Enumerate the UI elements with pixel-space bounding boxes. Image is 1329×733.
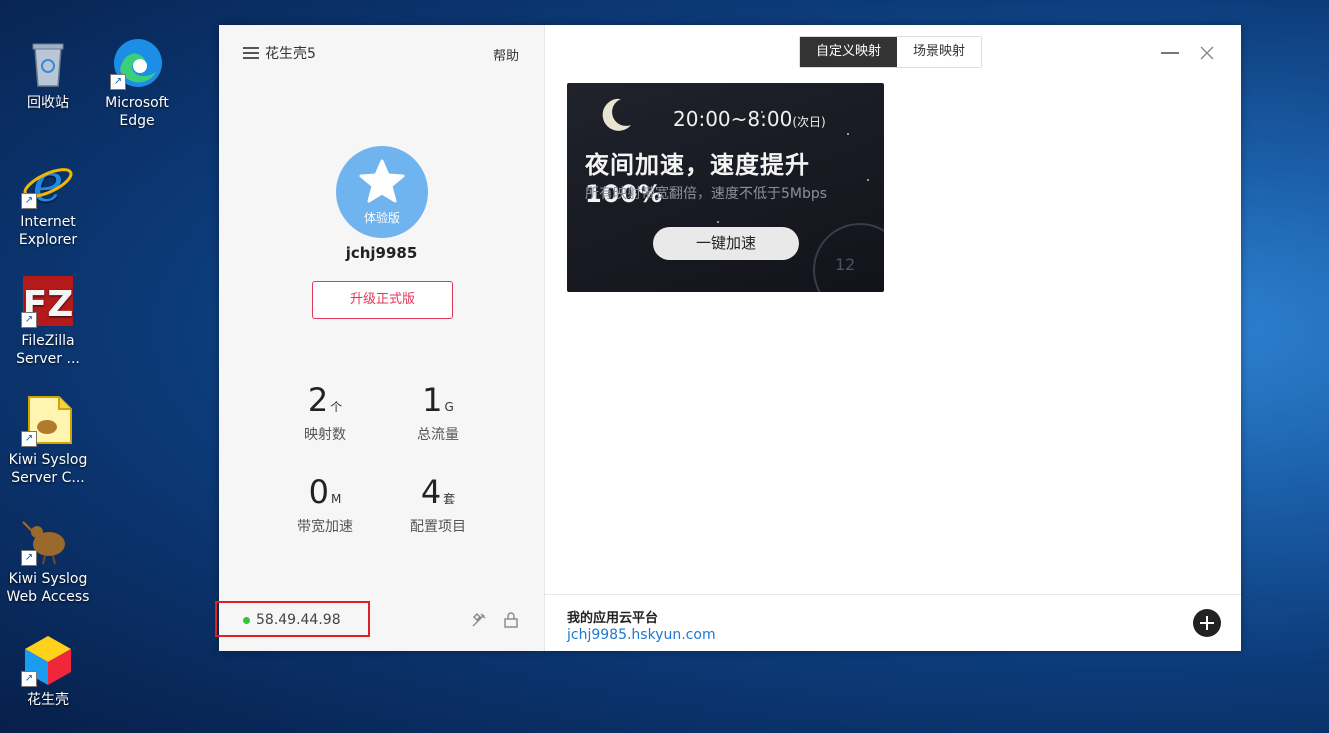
stat-value: 1 xyxy=(422,381,443,419)
kiwi-syslog-server-icon: ↗ xyxy=(21,393,75,447)
filezilla-server-icon: FZ ↗ xyxy=(21,274,75,328)
desktop-icon-label: Internet Explorer xyxy=(18,214,78,248)
stat-value: 2 xyxy=(307,381,329,419)
desktop-icon-oray[interactable]: ↗ 花生壳 xyxy=(3,633,93,709)
desktop-icon-edge[interactable]: ↗ Microsoft Edge xyxy=(92,36,182,130)
stat-unit: 套 xyxy=(443,492,456,506)
star-icon xyxy=(359,159,405,203)
stat-mapping-count: 2个 映射数 xyxy=(270,382,380,444)
app-menu[interactable]: 花生壳5 xyxy=(243,43,316,63)
upgrade-button[interactable]: 升级正式版 xyxy=(312,281,453,319)
online-status-dot-icon xyxy=(243,616,250,624)
cloud-platform-title: 我的应用云平台 xyxy=(567,611,659,626)
clock-decor-icon: 12 xyxy=(813,223,884,292)
oray-peanut-shell-icon: ↗ xyxy=(21,633,75,687)
stat-unit: M xyxy=(331,492,342,506)
shortcut-arrow-icon: ↗ xyxy=(21,671,37,687)
shortcut-arrow-icon: ↗ xyxy=(110,74,126,90)
edge-icon: ↗ xyxy=(110,36,164,90)
plus-icon xyxy=(1200,616,1214,630)
desktop-icon-label: Kiwi Syslog Web Access xyxy=(6,571,90,605)
sidebar-footer: 58.49.44.98 xyxy=(215,599,544,651)
sparkle-decor xyxy=(847,133,849,135)
stat-label: 总流量 xyxy=(417,427,459,443)
desktop-icon-internet-explorer[interactable]: e ↗ Internet Explorer xyxy=(3,154,93,249)
cloud-platform-link[interactable]: jchj9985.hskyun.com xyxy=(567,627,716,643)
desktop-icon-label: Kiwi Syslog Server C... xyxy=(8,452,88,486)
lock-icon[interactable] xyxy=(502,611,520,629)
desktop-icon-label: FileZilla Server ... xyxy=(16,333,80,367)
stat-value: 4 xyxy=(420,473,442,511)
shortcut-arrow-icon: ↗ xyxy=(21,312,37,328)
username: jchj9985 xyxy=(345,244,418,262)
banner-time: 20:00~8:00(次日) xyxy=(673,107,826,131)
add-button[interactable] xyxy=(1193,609,1221,637)
clock-number: 12 xyxy=(835,255,856,274)
avatar[interactable]: 体验版 xyxy=(336,146,428,238)
stat-label: 配置项目 xyxy=(410,519,466,535)
minimize-button[interactable] xyxy=(1161,52,1179,54)
stat-bandwidth-boost: 0M 带宽加速 xyxy=(270,474,380,536)
desktop-icon-label: 花生壳 xyxy=(27,692,69,708)
desktop-icon-recycle-bin[interactable]: 回收站 xyxy=(3,36,93,112)
stat-unit: G xyxy=(444,400,454,414)
stat-label: 带宽加速 xyxy=(297,519,353,535)
sidebar: 花生壳5 帮助 体验版 jchj9985 升级正式版 2个 映射数 1G 总流量… xyxy=(215,25,545,651)
desktop-icon-label: Microsoft Edge xyxy=(105,95,169,129)
tab-custom-mapping[interactable]: 自定义映射 xyxy=(800,37,898,67)
one-click-boost-button[interactable]: 一键加速 xyxy=(653,227,799,260)
stat-unit: 个 xyxy=(330,400,343,414)
mapping-tabs: 自定义映射 场景映射 xyxy=(799,36,983,68)
desktop-icon-filezilla[interactable]: FZ ↗ FileZilla Server ... xyxy=(3,274,93,368)
window-controls xyxy=(1161,45,1215,61)
help-link[interactable]: 帮助 xyxy=(493,45,519,64)
banner-time-range: 20:00~8:00 xyxy=(673,107,793,131)
banner-time-note: (次日) xyxy=(792,115,826,129)
oray-window: 花生壳5 帮助 体验版 jchj9985 升级正式版 2个 映射数 1G 总流量… xyxy=(215,25,1241,651)
sparkle-decor xyxy=(717,221,719,223)
footer-actions xyxy=(470,611,520,629)
moon-icon xyxy=(602,98,631,131)
desktop-icon-label: 回收站 xyxy=(27,95,69,111)
cloud-platform-bar: 我的应用云平台 jchj9985.hskyun.com xyxy=(545,594,1241,652)
close-icon[interactable] xyxy=(1199,45,1215,61)
kiwi-bird-icon: ↗ xyxy=(21,512,75,566)
hamburger-menu-icon[interactable] xyxy=(243,47,259,59)
svg-text:e: e xyxy=(33,155,64,209)
desktop-icon-kiwi-syslog-web[interactable]: ↗ Kiwi Syslog Web Access xyxy=(3,512,93,606)
shortcut-arrow-icon: ↗ xyxy=(21,431,37,447)
stat-value: 0 xyxy=(308,473,329,511)
internet-explorer-icon: e ↗ xyxy=(21,154,75,214)
recycle-bin-icon xyxy=(21,36,75,90)
diagnose-tool-icon[interactable] xyxy=(470,611,488,629)
shortcut-arrow-icon: ↗ xyxy=(21,193,37,209)
night-boost-banner[interactable]: 20:00~8:00(次日) 夜间加速，速度提升100% 所有映射带宽翻倍，速度… xyxy=(567,83,884,292)
stat-total-traffic: 1G 总流量 xyxy=(383,382,493,444)
tab-scene-mapping[interactable]: 场景映射 xyxy=(897,37,981,67)
banner-subtitle: 所有映射带宽翻倍，速度不低于5Mbps xyxy=(585,186,828,202)
stat-config-items: 4套 配置项目 xyxy=(383,474,493,536)
ip-status: 58.49.44.98 xyxy=(243,612,341,628)
ip-address: 58.49.44.98 xyxy=(256,612,341,628)
desktop-icon-kiwi-syslog-server[interactable]: ↗ Kiwi Syslog Server C... xyxy=(3,393,93,487)
main-panel: 自定义映射 场景映射 20:00~8:00(次日) 夜间加速，速度提升100% … xyxy=(545,25,1241,651)
edition-badge: 体验版 xyxy=(363,211,400,225)
app-name: 花生壳5 xyxy=(265,46,316,62)
shortcut-arrow-icon: ↗ xyxy=(21,550,37,566)
stat-label: 映射数 xyxy=(304,427,346,443)
